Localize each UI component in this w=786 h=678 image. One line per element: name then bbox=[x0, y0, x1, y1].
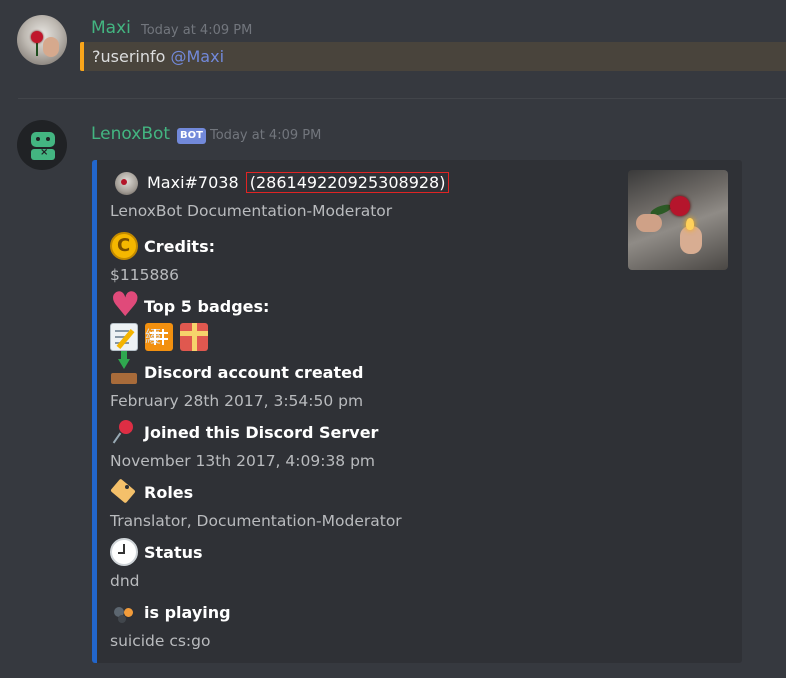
credits-icon bbox=[110, 232, 138, 260]
clock-icon bbox=[110, 538, 138, 566]
embed-subtitle: LenoxBot Documentation-Moderator bbox=[110, 202, 393, 220]
userinfo-embed: Maxi#7038 (286149220925308928) LenoxBot … bbox=[92, 160, 742, 663]
field-name-account-created: Discord account created bbox=[110, 351, 363, 386]
embed-author: Maxi#7038 (286149220925308928) bbox=[147, 172, 450, 193]
field-value-credits: $115886 bbox=[110, 266, 180, 284]
field-name-status: Status bbox=[110, 538, 203, 566]
field-name-joined-server: Joined this Discord Server bbox=[110, 418, 378, 446]
field-value-status: dnd bbox=[110, 572, 140, 590]
label-tag-icon bbox=[110, 478, 138, 506]
field-name-credits: Credits: bbox=[110, 232, 215, 260]
message-group-lenoxbot: × LenoxBot BOT Today at 4:09 PM Maxi#703… bbox=[0, 0, 786, 678]
grid-badge-icon bbox=[145, 323, 173, 351]
heart-icon bbox=[110, 285, 140, 325]
embed-author-avatar[interactable] bbox=[115, 172, 138, 195]
bot-badge: BOT bbox=[177, 128, 206, 144]
field-value-account-created: February 28th 2017, 3:54:50 pm bbox=[110, 392, 364, 410]
pushpin-icon bbox=[110, 418, 138, 446]
memo-icon bbox=[110, 323, 138, 351]
field-name-badges: Top 5 badges: bbox=[110, 285, 269, 325]
robot-icon bbox=[31, 132, 55, 147]
embed-thumbnail[interactable] bbox=[628, 170, 728, 270]
message-timestamp: Today at 4:09 PM bbox=[210, 128, 322, 143]
embed-author-name: Maxi#7038 bbox=[147, 173, 239, 192]
game-dots-icon bbox=[110, 598, 138, 626]
field-value-joined-server: November 13th 2017, 4:09:38 pm bbox=[110, 452, 376, 470]
field-value-roles: Translator, Documentation-Moderator bbox=[110, 512, 402, 530]
badge-list bbox=[110, 323, 208, 351]
field-name-playing: is playing bbox=[110, 598, 231, 626]
inbox-tray-icon bbox=[110, 351, 138, 386]
field-name-roles: Roles bbox=[110, 478, 193, 506]
user-id: (286149220925308928) bbox=[245, 172, 450, 193]
bot-avatar[interactable]: × bbox=[17, 120, 67, 170]
field-value-playing: suicide cs:go bbox=[110, 632, 211, 650]
gift-icon bbox=[180, 323, 208, 351]
message-author[interactable]: LenoxBot bbox=[91, 124, 170, 144]
